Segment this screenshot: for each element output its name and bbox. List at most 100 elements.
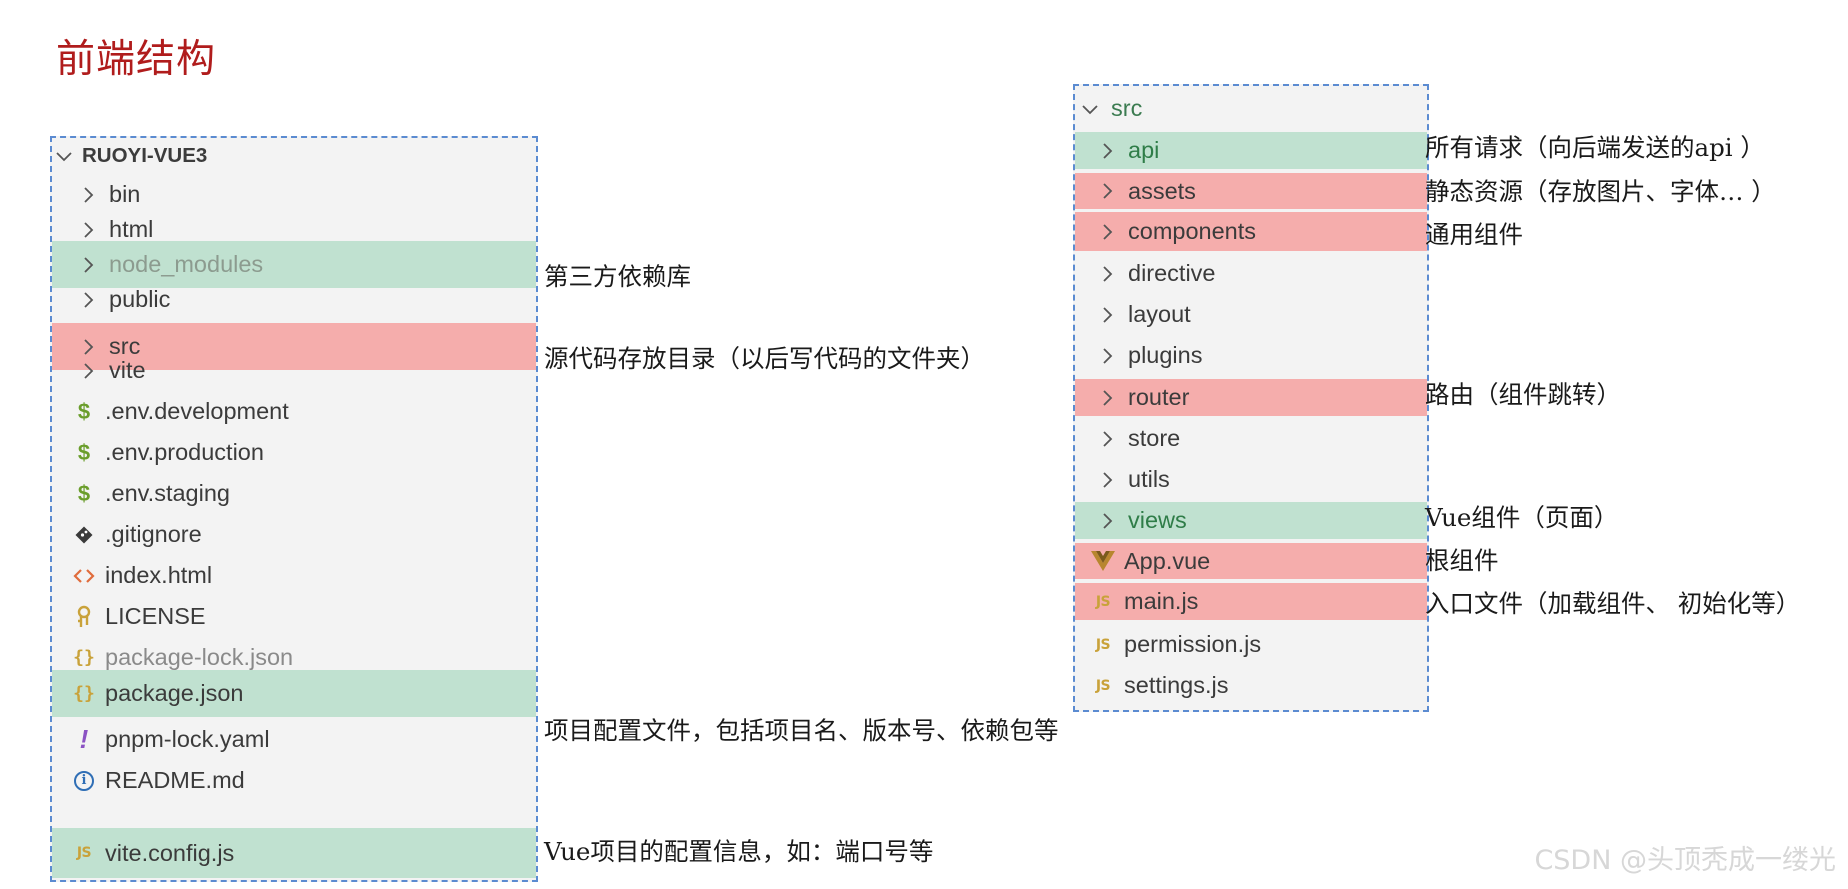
annotation-main-js: 入口文件（加载组件、 初始化等）	[1425, 589, 1801, 618]
chevron-right-icon	[1095, 220, 1119, 244]
html-brackets-icon	[72, 567, 96, 585]
folder-label: assets	[1128, 177, 1196, 204]
folder-vite[interactable]: vite	[52, 350, 536, 391]
src-folder-tree: src api assets components directive layo…	[1073, 84, 1429, 712]
annotation-src: 源代码存放目录（以后写代码的文件夹）	[544, 344, 985, 373]
chevron-right-icon	[1095, 509, 1119, 533]
folder-api[interactable]: api	[1075, 132, 1427, 169]
tree-root-label: RUOYI-VUE3	[82, 143, 208, 167]
page-title: 前端结构	[56, 37, 217, 82]
dollar-icon: $	[77, 480, 91, 506]
annotation-package-json: 项目配置文件，包括项目名、版本号、依赖包等	[544, 716, 1059, 745]
folder-store[interactable]: store	[1075, 418, 1427, 459]
js-icon: JS	[1095, 593, 1111, 610]
folder-public[interactable]: public	[52, 279, 536, 320]
folder-label: plugins	[1128, 342, 1203, 368]
tree-root-src[interactable]: src	[1075, 88, 1427, 129]
folder-label: public	[109, 286, 171, 312]
chevron-right-icon	[1095, 179, 1119, 203]
annotation-vite-config: Vue项目的配置信息，如：端口号等	[544, 837, 934, 866]
folder-label: vite	[109, 357, 146, 383]
file-label: settings.js	[1124, 672, 1229, 698]
tree-root[interactable]: RUOYI-VUE3	[52, 135, 536, 176]
info-icon: i	[74, 770, 94, 791]
js-icon: JS	[76, 845, 92, 861]
annotation-views: Vue组件（页面）	[1425, 503, 1619, 532]
file-app-vue[interactable]: App.vue	[1075, 543, 1427, 579]
folder-utils[interactable]: utils	[1075, 459, 1427, 500]
file-label: LICENSE	[105, 603, 206, 629]
file-label: vite.config.js	[105, 839, 235, 866]
file-pnpm-lock-yaml[interactable]: ! pnpm-lock.yaml	[52, 719, 536, 760]
json-braces-icon: {}	[73, 683, 95, 704]
tree-root-label: src	[1111, 95, 1143, 121]
yaml-exclamation-icon: !	[79, 724, 89, 754]
folder-label: directive	[1128, 260, 1216, 286]
folder-label: html	[109, 216, 154, 242]
file-label: .env.development	[105, 398, 289, 424]
git-diamond-icon	[72, 525, 96, 545]
file-index-html[interactable]: index.html	[52, 555, 536, 596]
project-explorer-tree: RUOYI-VUE3 bin html node_modules public …	[50, 136, 538, 882]
file-label: README.md	[105, 767, 245, 793]
file-vite-config-js[interactable]: JS vite.config.js	[52, 828, 536, 878]
file-label: index.html	[105, 562, 213, 588]
vue-logo-icon	[1091, 551, 1115, 571]
annotation-node-modules: 第三方依赖库	[544, 262, 691, 291]
chevron-right-icon	[1095, 139, 1119, 163]
file-env-production[interactable]: $ .env.production	[52, 432, 536, 473]
file-label: package.json	[105, 680, 244, 706]
folder-label: store	[1128, 425, 1181, 451]
folder-label: router	[1128, 384, 1190, 410]
file-package-json[interactable]: {} package.json	[52, 670, 536, 717]
file-label: main.js	[1124, 588, 1199, 614]
folder-views[interactable]: views	[1075, 502, 1427, 539]
annotation-components: 通用组件	[1425, 220, 1523, 249]
chevron-down-icon	[52, 144, 76, 168]
folder-layout[interactable]: layout	[1075, 294, 1427, 335]
annotation-app-vue: 根组件	[1425, 546, 1499, 575]
chevron-right-icon	[1095, 303, 1119, 327]
folder-label: layout	[1128, 301, 1191, 327]
file-label: .env.staging	[105, 480, 230, 506]
folder-plugins[interactable]: plugins	[1075, 335, 1427, 376]
annotation-router: 路由（组件跳转）	[1425, 380, 1621, 409]
file-readme-md[interactable]: i README.md	[52, 760, 536, 801]
folder-router[interactable]: router	[1075, 379, 1427, 416]
watermark: CSDN @头顶秃成一缕光	[1534, 845, 1836, 876]
file-license[interactable]: LICENSE	[52, 596, 536, 637]
dollar-icon: $	[77, 439, 91, 465]
chevron-right-icon	[1095, 427, 1119, 451]
folder-components[interactable]: components	[1075, 212, 1427, 251]
file-label: .gitignore	[105, 521, 202, 547]
folder-label: api	[1128, 137, 1160, 163]
folder-label: node_modules	[109, 251, 264, 277]
file-label: package-lock.json	[105, 644, 294, 670]
folder-label: components	[1128, 218, 1257, 244]
chevron-right-icon	[76, 183, 100, 207]
folder-assets[interactable]: assets	[1075, 173, 1427, 209]
chevron-right-icon	[1095, 386, 1119, 410]
chevron-right-icon	[76, 218, 100, 242]
license-key-icon	[72, 605, 96, 629]
chevron-right-icon	[76, 288, 100, 312]
folder-directive[interactable]: directive	[1075, 253, 1427, 294]
js-icon: JS	[1095, 677, 1111, 694]
annotation-api: 所有请求（向后端发送的api ）	[1425, 133, 1765, 162]
js-icon: JS	[1095, 636, 1111, 653]
folder-label: utils	[1128, 466, 1170, 492]
file-permission-js[interactable]: JS permission.js	[1075, 624, 1427, 665]
folder-label: bin	[109, 181, 141, 207]
chevron-right-icon	[76, 359, 100, 383]
dollar-icon: $	[77, 398, 91, 424]
annotation-assets: 静态资源（存放图片、字体… ）	[1425, 177, 1776, 206]
file-settings-js[interactable]: JS settings.js	[1075, 665, 1427, 706]
file-env-development[interactable]: $ .env.development	[52, 391, 536, 432]
chevron-right-icon	[1095, 468, 1119, 492]
file-label: permission.js	[1124, 631, 1262, 657]
file-main-js[interactable]: JS main.js	[1075, 583, 1427, 620]
json-braces-icon: {}	[73, 647, 95, 668]
chevron-right-icon	[76, 253, 100, 277]
file-gitignore[interactable]: .gitignore	[52, 514, 536, 555]
file-env-staging[interactable]: $ .env.staging	[52, 473, 536, 514]
